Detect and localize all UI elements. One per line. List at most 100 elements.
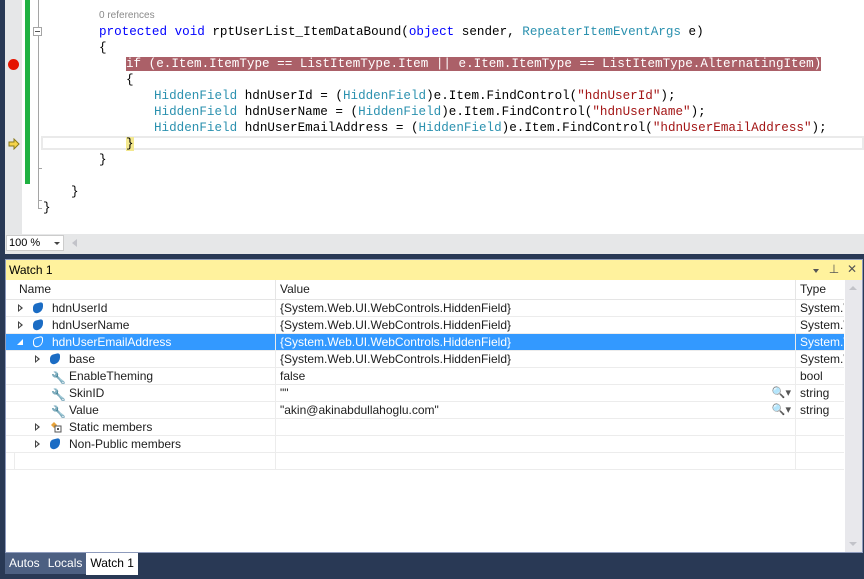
watch-row[interactable]: hdnUserId {System.Web.UI.WebControls.Hid… (6, 300, 844, 317)
keyword: object (408, 25, 455, 39)
expand-arrow-icon[interactable] (35, 423, 40, 431)
watch-row-type: System.W (795, 351, 844, 367)
indicator-margin[interactable] (5, 0, 22, 234)
text-visualizer-magnifier-icon[interactable]: 🔍▾ (772, 385, 791, 401)
current-line-highlight (41, 136, 864, 150)
watch-row-value (275, 436, 795, 452)
outline-guide-tick (38, 208, 42, 209)
string-literal: "hdnUserEmailAddress" (652, 121, 812, 135)
property-wrench-icon: 🔧 (51, 388, 66, 401)
breakpoint-highlight: if (e.Item.ItemType == ListItemType.Item… (126, 57, 822, 71)
watch-row-name: base (69, 352, 96, 366)
type-name: HiddenField (358, 105, 442, 119)
watch-add-item-row[interactable] (6, 453, 844, 470)
watch-grid: Name Value Type hdnUserId {System.Web.UI… (6, 280, 844, 552)
watch-row-name: SkinID (69, 386, 105, 400)
code-line: HiddenField hdnUserEmailAddress = (Hidde… (154, 120, 827, 136)
expand-arrow-icon[interactable] (18, 304, 23, 312)
watch-row-type: bool (795, 368, 844, 384)
watch-row-value[interactable]: "" 🔍▾ (275, 385, 795, 401)
watch-row-type: string (795, 385, 844, 401)
watch-row[interactable]: hdnUserName {System.Web.UI.WebControls.H… (6, 317, 844, 334)
chevron-down-icon (813, 269, 819, 273)
debug-window-tabs: Autos Locals Watch 1 (5, 553, 138, 575)
scroll-down-arrow-icon[interactable] (849, 542, 857, 546)
watch-row-name: Value (69, 403, 99, 417)
watch-row[interactable]: 🔧 EnableTheming false bool (6, 368, 844, 385)
watch-row[interactable]: Non-Public members (6, 436, 844, 453)
watch-row-value[interactable]: {System.Web.UI.WebControls.HiddenField} (275, 334, 795, 350)
scroll-up-arrow-icon[interactable] (849, 286, 857, 290)
watch-row-type: System.W (795, 334, 844, 350)
column-header-value[interactable]: Value (275, 280, 795, 299)
zoom-level-dropdown[interactable]: 100 % (6, 235, 64, 251)
watch-row-value[interactable]: {System.Web.UI.WebControls.HiddenField} (275, 351, 795, 367)
static-members-icon (51, 422, 62, 433)
watch-row[interactable]: 🔧 SkinID "" 🔍▾ string (6, 385, 844, 402)
brace-match-highlight: } (126, 137, 134, 151)
watch-title: Watch 1 (9, 263, 53, 277)
code-editor[interactable]: 0 references protected void rptUserList_… (5, 0, 864, 254)
close-icon[interactable]: ✕ (846, 262, 858, 277)
type-name: HiddenField (154, 121, 238, 135)
expand-arrow-icon[interactable] (18, 321, 23, 329)
scroll-left-arrow-icon[interactable] (72, 239, 77, 247)
watch-row[interactable]: base {System.Web.UI.WebControls.HiddenFi… (6, 351, 844, 368)
watch-row[interactable]: 🔧 Value "akin@akinabdullahoglu.com" 🔍▾ s… (6, 402, 844, 419)
tab-locals[interactable]: Locals (43, 553, 87, 574)
string-literal: "hdnUserName" (592, 105, 691, 119)
column-header-type[interactable]: Type (795, 280, 844, 299)
text-visualizer-magnifier-icon[interactable]: 🔍▾ (772, 402, 791, 418)
window-position-dropdown[interactable] (810, 262, 822, 277)
change-tracking-bar (25, 0, 30, 184)
code-text-fragment: ); (690, 105, 706, 119)
type-name: RepeaterItemEventArgs (522, 25, 681, 39)
watch-row-name: hdnUserEmailAddress (52, 335, 172, 349)
codelens-references[interactable]: 0 references (99, 10, 155, 21)
code-text-fragment: )e.Item.FindControl( (501, 121, 653, 135)
code-text-fragment: e) (680, 25, 704, 39)
collapse-arrow-icon[interactable] (17, 339, 23, 345)
code-text-fragment: )e.Item.FindControl( (426, 89, 578, 103)
expand-arrow-icon[interactable] (35, 440, 40, 448)
tab-watch-1[interactable]: Watch 1 (86, 553, 138, 575)
breakpoint-icon[interactable] (8, 59, 19, 70)
watch-title-bar[interactable]: Watch 1 ⊥ ✕ (6, 260, 862, 280)
code-line: HiddenField hdnUserId = (HiddenField)e.I… (154, 88, 676, 104)
watch-row-value[interactable]: {System.Web.UI.WebControls.HiddenField} (275, 300, 795, 316)
object-icon (50, 437, 60, 451)
code-line-signature: protected void rptUserList_ItemDataBound… (99, 24, 704, 40)
type-name: HiddenField (154, 89, 238, 103)
code-text-fragment: hdnUserEmailAddress = ( (237, 121, 419, 135)
watch-row-value[interactable]: false (275, 368, 795, 384)
code-line-current: } (126, 136, 134, 152)
watch-row-name: EnableTheming (69, 369, 154, 383)
watch-row-value[interactable]: {System.Web.UI.WebControls.HiddenField} (275, 317, 795, 333)
outline-guide-tick (38, 168, 42, 169)
collapse-toggle[interactable] (33, 27, 42, 36)
pin-icon[interactable]: ⊥ (828, 262, 840, 277)
watch-grid-header: Name Value Type (6, 280, 844, 300)
vertical-scrollbar[interactable] (845, 280, 862, 552)
watch-row[interactable]: Static members (6, 419, 844, 436)
expand-arrow-icon[interactable] (35, 355, 40, 363)
code-line-breakpoint: if (e.Item.ItemType == ListItemType.Item… (126, 56, 822, 72)
watch-row-selected[interactable]: hdnUserEmailAddress {System.Web.UI.WebCo… (6, 334, 844, 351)
watch-row-value[interactable]: "akin@akinabdullahoglu.com" 🔍▾ (275, 402, 795, 418)
column-header-name[interactable]: Name (15, 280, 275, 299)
watch-row-name: hdnUserName (52, 318, 130, 332)
method-name: rptUserList_ItemDataBound( (212, 25, 409, 39)
watch-new-expression-input[interactable] (14, 453, 275, 469)
watch-row-type: System.W (795, 300, 844, 316)
watch-row-value-text: "akin@akinabdullahoglu.com" (280, 403, 439, 417)
code-line: } (43, 201, 51, 215)
watch-row-type: string (795, 402, 844, 418)
editor-status-bar: 100 % (5, 234, 864, 254)
tab-autos[interactable]: Autos (5, 553, 44, 574)
code-line: { (126, 73, 134, 87)
zoom-level-value: 100 % (9, 237, 41, 249)
code-text-fragment: ); (811, 121, 827, 135)
object-icon (33, 318, 43, 332)
watch-row-type: System.W (795, 317, 844, 333)
code-line: { (99, 41, 107, 55)
